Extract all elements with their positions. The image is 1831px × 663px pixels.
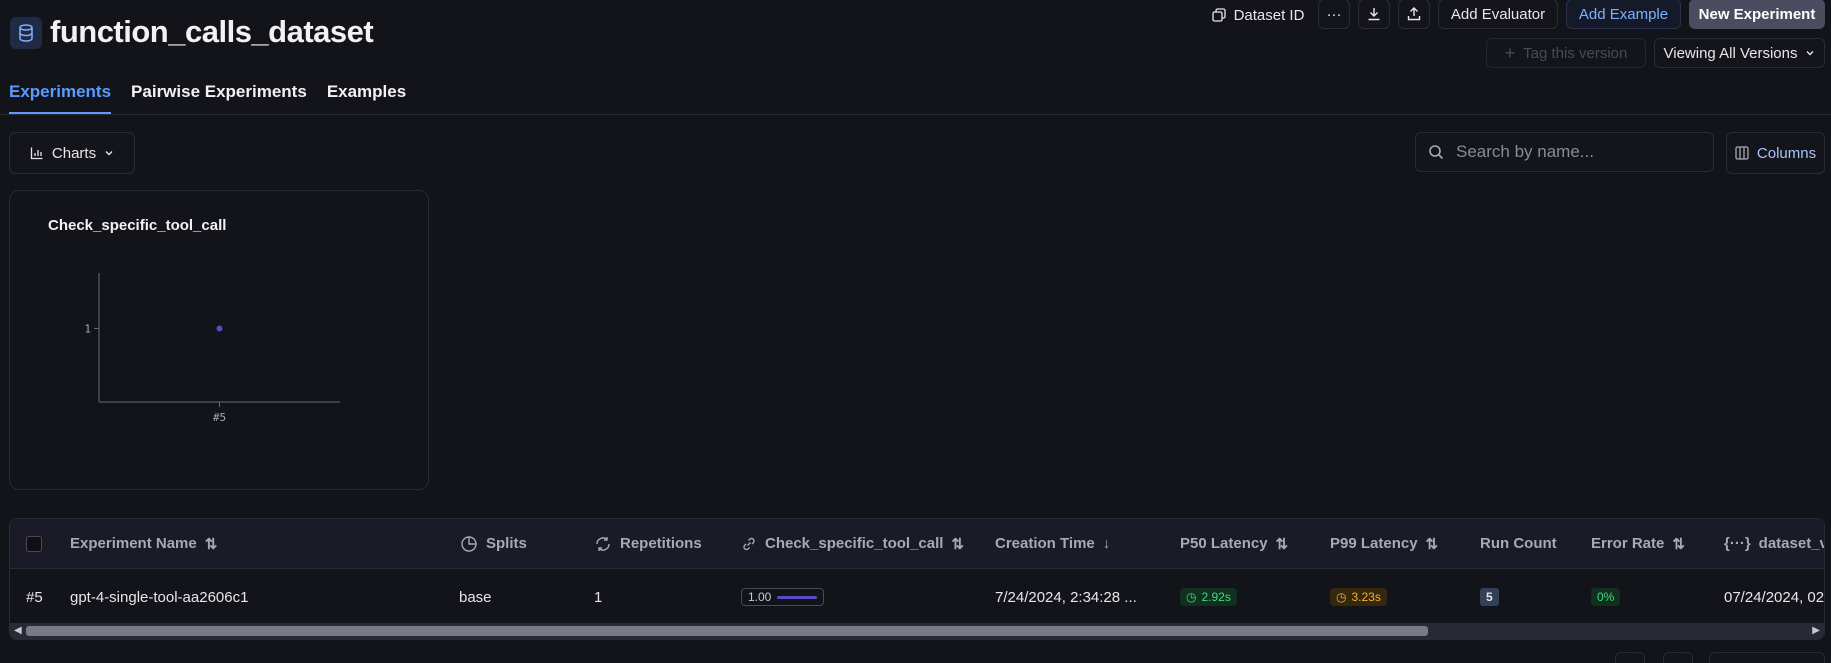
- dataset-icon: [10, 17, 42, 49]
- chart-card: Check_specific_tool_call 1 #5: [9, 190, 429, 490]
- table-header: Experiment Name ⇅ Splits Repetitions Che…: [10, 519, 1824, 569]
- braces-icon: {···}: [1724, 535, 1751, 552]
- tab-pairwise-experiments[interactable]: Pairwise Experiments: [131, 82, 307, 114]
- col-experiment-name[interactable]: Experiment Name ⇅: [70, 519, 217, 568]
- search-icon: [1428, 144, 1444, 160]
- sort-desc-icon[interactable]: ↓: [1103, 535, 1111, 552]
- col-p50-latency[interactable]: P50 Latency ⇅: [1180, 519, 1288, 568]
- charts-toggle-button[interactable]: Charts: [9, 132, 135, 174]
- col-error-rate[interactable]: Error Rate ⇅: [1591, 519, 1685, 568]
- experiment-name[interactable]: gpt-4-single-tool-aa2606c1: [70, 569, 248, 625]
- plus-icon: +: [1504, 42, 1516, 63]
- more-icon: ···: [1326, 5, 1342, 23]
- select-all-checkbox[interactable]: [26, 519, 42, 568]
- columns-icon: [1735, 146, 1749, 160]
- tab-experiments[interactable]: Experiments: [9, 82, 112, 114]
- new-experiment-button[interactable]: New Experiment: [1689, 0, 1825, 29]
- chevron-down-icon: [104, 148, 114, 158]
- repeat-icon: [594, 535, 612, 553]
- tag-version-label: Tag this version: [1523, 44, 1628, 62]
- col-dataset-version[interactable]: {···} dataset_ve: [1724, 519, 1824, 568]
- tabs-divider: [0, 114, 1831, 115]
- page-title: function_calls_dataset: [50, 14, 374, 49]
- page-size-select[interactable]: [1709, 652, 1825, 663]
- download-icon: [1367, 7, 1381, 21]
- repetitions-value: 1: [594, 588, 603, 606]
- upload-icon: [1407, 7, 1421, 21]
- search-input[interactable]: [1456, 142, 1686, 162]
- p50-latency-pill: ◷ 2.92s: [1180, 588, 1237, 606]
- scrollbar-thumb[interactable]: [26, 626, 1428, 636]
- copy-icon: [1211, 8, 1226, 22]
- clock-icon: ◷: [1336, 590, 1347, 604]
- scroll-left-icon[interactable]: ◀: [14, 625, 22, 636]
- run-count-cell: 5: [1480, 569, 1499, 625]
- y-tick-label: 1: [84, 322, 91, 335]
- sort-icon[interactable]: ⇅: [951, 535, 964, 553]
- add-evaluator-button[interactable]: Add Evaluator: [1438, 0, 1558, 29]
- columns-label: Columns: [1756, 144, 1817, 162]
- creation-time-value: 7/24/2024, 2:34:28 ...: [995, 588, 1137, 606]
- dataset-id-label: Dataset ID: [1233, 6, 1305, 24]
- horizontal-scrollbar[interactable]: ◀ ▶: [10, 623, 1824, 639]
- run-count-badge: 5: [1480, 588, 1499, 606]
- tab-examples[interactable]: Examples: [327, 82, 406, 114]
- sort-icon[interactable]: ⇅: [1426, 535, 1439, 553]
- x-tick-label: #5: [213, 411, 226, 424]
- next-page-button[interactable]: [1663, 652, 1693, 663]
- col-check-specific-tool-call[interactable]: Check_specific_tool_call ⇅: [741, 519, 964, 568]
- data-point: [216, 325, 223, 332]
- link-icon: [741, 536, 757, 552]
- scroll-right-icon[interactable]: ▶: [1812, 625, 1820, 636]
- prev-page-button[interactable]: [1615, 652, 1645, 663]
- chart-plot: 1 #5: [84, 273, 340, 424]
- add-evaluator-label: Add Evaluator: [1450, 5, 1546, 23]
- chevron-down-icon: [1805, 48, 1815, 58]
- p50-cell: ◷ 2.92s: [1180, 569, 1237, 625]
- table-row[interactable]: #5 gpt-4-single-tool-aa2606c1 base 1 1.0…: [10, 569, 1824, 625]
- new-experiment-label: New Experiment: [1698, 5, 1816, 23]
- col-p99-latency[interactable]: P99 Latency ⇅: [1330, 519, 1438, 568]
- col-creation-time[interactable]: Creation Time ↓: [995, 519, 1110, 568]
- chart-icon: [30, 146, 44, 160]
- experiments-table: Experiment Name ⇅ Splits Repetitions Che…: [9, 518, 1825, 640]
- download-button[interactable]: [1358, 0, 1390, 29]
- sort-icon[interactable]: ⇅: [205, 535, 218, 553]
- error-rate-cell: 0%: [1591, 569, 1621, 625]
- version-select[interactable]: Viewing All Versions: [1654, 38, 1825, 68]
- columns-button[interactable]: Columns: [1726, 132, 1825, 174]
- search-box: [1415, 132, 1714, 172]
- row-id: #5: [26, 588, 43, 606]
- upload-button[interactable]: [1398, 0, 1430, 29]
- pie-icon: [460, 535, 478, 553]
- p99-latency-pill: ◷ 3.23s: [1330, 588, 1387, 606]
- charts-label: Charts: [51, 144, 97, 162]
- dataset-version-value: 07/24/2024, 02: [1724, 588, 1825, 606]
- tab-bar: Experiments Pairwise Experiments Example…: [9, 82, 406, 114]
- score-cell[interactable]: 1.00: [741, 569, 825, 625]
- clock-icon: ◷: [1186, 590, 1197, 604]
- add-example-label: Add Example: [1578, 5, 1669, 23]
- sort-icon[interactable]: ⇅: [1276, 535, 1289, 553]
- version-select-label: Viewing All Versions: [1663, 44, 1798, 62]
- dataset-id-button[interactable]: Dataset ID: [1203, 0, 1313, 30]
- col-splits[interactable]: Splits: [460, 519, 527, 568]
- sort-icon[interactable]: ⇅: [1672, 535, 1685, 553]
- col-repetitions[interactable]: Repetitions: [594, 519, 702, 568]
- p99-cell: ◷ 3.23s: [1330, 569, 1387, 625]
- score-badge: 1.00: [741, 588, 825, 606]
- col-run-count[interactable]: Run Count: [1480, 519, 1557, 568]
- splits-value: base: [459, 588, 492, 606]
- error-rate-pill: 0%: [1591, 588, 1621, 606]
- add-example-button[interactable]: Add Example: [1566, 0, 1681, 29]
- tag-version-button[interactable]: + Tag this version: [1486, 38, 1646, 68]
- more-options-button[interactable]: ···: [1318, 0, 1350, 29]
